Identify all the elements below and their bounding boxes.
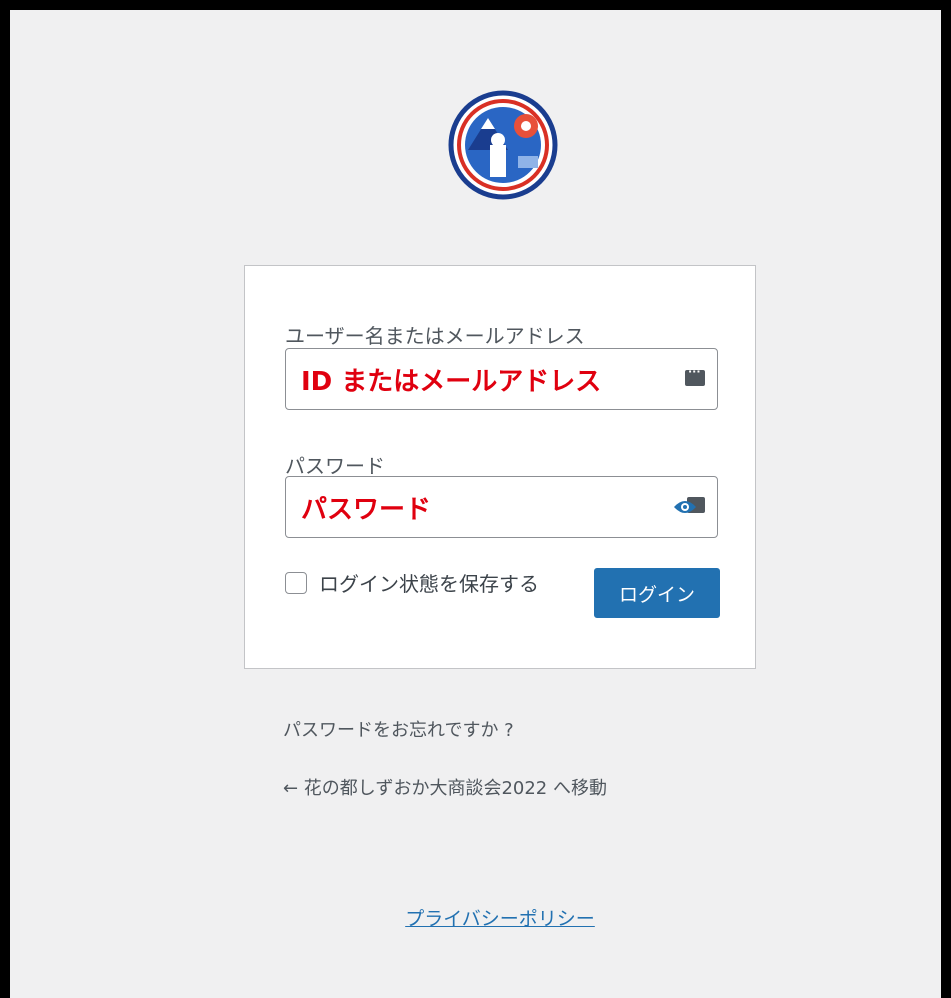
privacy-policy-link[interactable]: プライバシーポリシー [10, 904, 951, 931]
login-form: ユーザー名またはメールアドレス ID またはメールアドレス パスワード パスワー… [244, 265, 756, 669]
back-to-site-link[interactable]: ← 花の都しずおか大商談会2022 へ移動 [283, 774, 607, 800]
login-button[interactable]: ログイン [594, 568, 720, 618]
username-input[interactable]: ID またはメールアドレス [285, 348, 718, 410]
lost-password-link[interactable]: パスワードをお忘れですか ? [283, 716, 514, 742]
username-label: ユーザー名またはメールアドレス [285, 324, 585, 348]
site-logo[interactable] [448, 90, 558, 200]
remember-label: ログイン状態を保存する [319, 572, 539, 596]
show-password-eye-icon[interactable] [673, 493, 707, 519]
remember-me[interactable]: ログイン状態を保存する [285, 568, 539, 597]
password-input[interactable]: パスワード [285, 476, 718, 538]
username-value: ID またはメールアドレス [301, 367, 602, 397]
remember-checkbox[interactable] [285, 571, 307, 594]
password-label: パスワード [285, 454, 385, 478]
password-value: パスワード [301, 495, 432, 525]
password-manager-icon[interactable] [685, 365, 705, 386]
login-page: ユーザー名またはメールアドレス ID またはメールアドレス パスワード パスワー… [10, 10, 941, 998]
